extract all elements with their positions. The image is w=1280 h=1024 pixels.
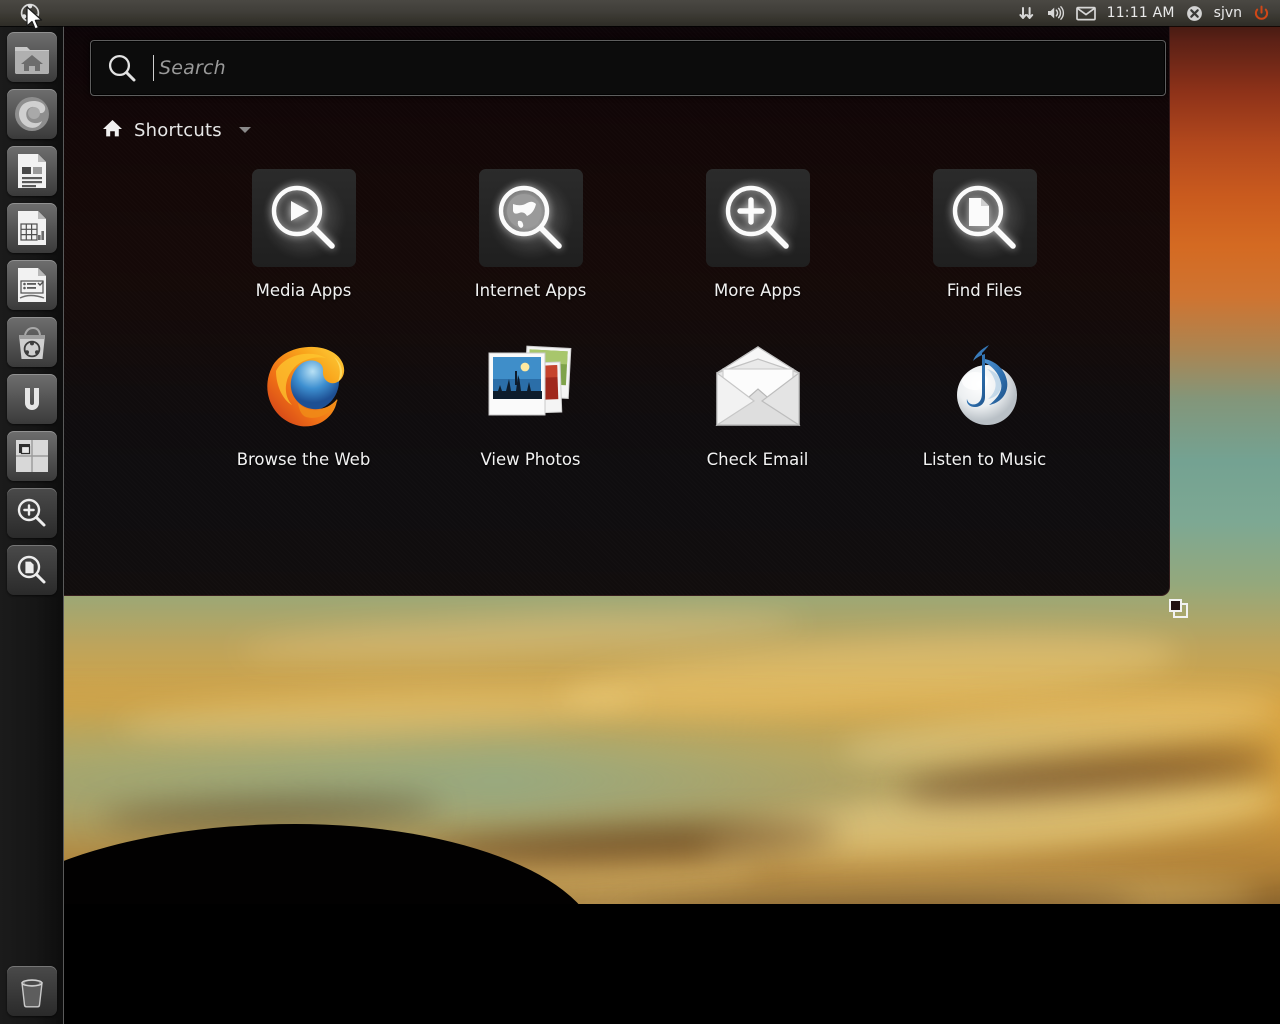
magnifier-plus-icon bbox=[718, 178, 798, 258]
sidebar-item-writer[interactable] bbox=[7, 146, 57, 196]
clock-indicator[interactable]: 11:11 AM bbox=[1107, 5, 1175, 21]
magnifier-play-icon bbox=[264, 178, 344, 258]
power-icon[interactable] bbox=[1253, 5, 1270, 22]
unity-launcher bbox=[0, 26, 64, 1024]
document-writer-icon bbox=[13, 151, 51, 191]
bfb-ubuntu-button[interactable] bbox=[0, 0, 60, 26]
text-caret bbox=[153, 55, 154, 81]
sidebar-item-files-lens[interactable] bbox=[7, 545, 57, 595]
shortcut-label: Find Files bbox=[947, 281, 1022, 300]
resize-grip-icon[interactable] bbox=[1168, 598, 1190, 620]
shortcut-label: Check Email bbox=[707, 450, 809, 469]
shortcut-view-photos[interactable]: View Photos bbox=[417, 338, 644, 469]
firefox-icon bbox=[11, 93, 53, 135]
sidebar-item-home-folder[interactable] bbox=[7, 32, 57, 82]
firefox-icon bbox=[254, 337, 354, 437]
workspace-switcher-icon bbox=[12, 436, 52, 476]
desktop-screen: 11:11 AM sjvn bbox=[0, 0, 1280, 1024]
shortcut-media-apps[interactable]: Media Apps bbox=[190, 169, 417, 300]
home-folder-icon bbox=[12, 37, 52, 77]
shortcut-label: Internet Apps bbox=[475, 281, 587, 300]
sidebar-item-software-center[interactable] bbox=[7, 317, 57, 367]
magnifier-globe-icon bbox=[491, 178, 571, 258]
trash-icon bbox=[13, 972, 51, 1010]
spreadsheet-calc-icon bbox=[13, 208, 51, 248]
shortcut-label: Listen to Music bbox=[923, 450, 1046, 469]
breadcrumb: Shortcuts bbox=[102, 117, 1151, 143]
volume-icon[interactable] bbox=[1046, 5, 1065, 21]
banshee-music-note-icon bbox=[937, 339, 1033, 435]
search-placeholder: Search bbox=[159, 57, 226, 79]
sidebar-item-ubuntu-one[interactable] bbox=[7, 374, 57, 424]
home-icon[interactable] bbox=[102, 118, 123, 142]
sidebar-item-workspace-switcher[interactable] bbox=[7, 431, 57, 481]
shortcut-check-email[interactable]: Check Email bbox=[644, 338, 871, 469]
ubuntu-one-u-icon bbox=[12, 379, 52, 419]
network-icon[interactable] bbox=[1018, 5, 1035, 21]
shortcut-label: Media Apps bbox=[256, 281, 352, 300]
shortcut-browse-the-web[interactable]: Browse the Web bbox=[190, 338, 417, 469]
presentation-impress-icon bbox=[13, 265, 51, 305]
breadcrumb-label[interactable]: Shortcuts bbox=[134, 120, 222, 141]
messaging-envelope-icon[interactable] bbox=[1076, 6, 1096, 21]
search-magnifier-icon bbox=[91, 51, 153, 85]
chevron-down-icon[interactable] bbox=[239, 127, 251, 133]
wallpaper-horizon bbox=[0, 904, 1280, 1024]
shortcut-label: Browse the Web bbox=[237, 450, 371, 469]
unity-dash: Search Shortcuts bbox=[64, 26, 1170, 596]
ubuntu-logo-icon bbox=[20, 3, 40, 23]
envelope-icon bbox=[707, 343, 809, 431]
username-indicator[interactable]: sjvn bbox=[1214, 5, 1242, 21]
sidebar-item-calc[interactable] bbox=[7, 203, 57, 253]
software-center-bag-icon bbox=[12, 322, 52, 362]
shortcut-internet-apps[interactable]: Internet Apps bbox=[417, 169, 644, 300]
sidebar-item-impress[interactable] bbox=[7, 260, 57, 310]
shortcut-listen-to-music[interactable]: Listen to Music bbox=[871, 338, 1098, 469]
magnifier-document-icon bbox=[945, 178, 1025, 258]
magnifier-plus-icon bbox=[15, 496, 49, 530]
top-panel: 11:11 AM sjvn bbox=[0, 0, 1280, 26]
sidebar-item-firefox[interactable] bbox=[7, 89, 57, 139]
magnifier-document-icon bbox=[15, 553, 49, 587]
indicator-area: 11:11 AM sjvn bbox=[1018, 5, 1280, 22]
search-input[interactable]: Search bbox=[90, 40, 1166, 96]
shortcuts-grid: Media Apps bbox=[190, 169, 1151, 469]
sidebar-item-applications-lens[interactable] bbox=[7, 488, 57, 538]
sidebar-item-trash[interactable] bbox=[7, 966, 57, 1016]
shortcut-label: More Apps bbox=[714, 281, 801, 300]
photo-stack-icon bbox=[481, 341, 581, 433]
shortcut-more-apps[interactable]: More Apps bbox=[644, 169, 871, 300]
user-status-icon[interactable] bbox=[1186, 5, 1203, 22]
shortcut-label: View Photos bbox=[480, 450, 580, 469]
shortcut-find-files[interactable]: Find Files bbox=[871, 169, 1098, 300]
